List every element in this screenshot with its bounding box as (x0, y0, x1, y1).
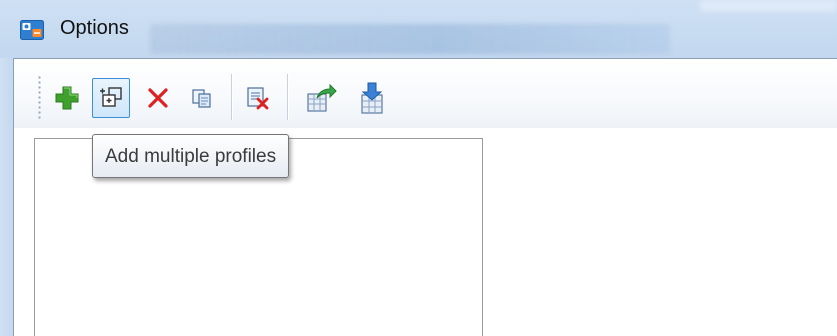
copy-profile-button[interactable] (183, 78, 221, 118)
window-frame-left (0, 58, 13, 336)
options-window: Options Add multiple profiles (0, 0, 837, 336)
tooltip: Add multiple profiles (92, 134, 290, 178)
add-multiple-profiles-button[interactable] (92, 78, 130, 118)
title-bar[interactable]: Options (0, 0, 837, 58)
add-multiple-icon (100, 87, 122, 107)
app-profile-icon (20, 20, 44, 40)
toolbar (14, 59, 837, 128)
copy-icon (192, 89, 211, 108)
delete-all-icon (247, 87, 269, 110)
add-profile-button[interactable] (48, 78, 86, 118)
export-button[interactable] (302, 78, 340, 118)
import-button[interactable] (354, 78, 392, 118)
toolbar-grip[interactable] (38, 75, 41, 119)
delete-all-profiles-button[interactable] (239, 78, 277, 118)
add-plus-icon (55, 86, 79, 110)
delete-x-icon (148, 88, 168, 108)
window-title: Options (60, 17, 129, 39)
toolbar-separator (231, 74, 232, 120)
toolbar-separator (287, 74, 288, 120)
delete-profile-button[interactable] (139, 78, 177, 118)
export-icon (307, 83, 337, 112)
import-icon (361, 82, 383, 114)
